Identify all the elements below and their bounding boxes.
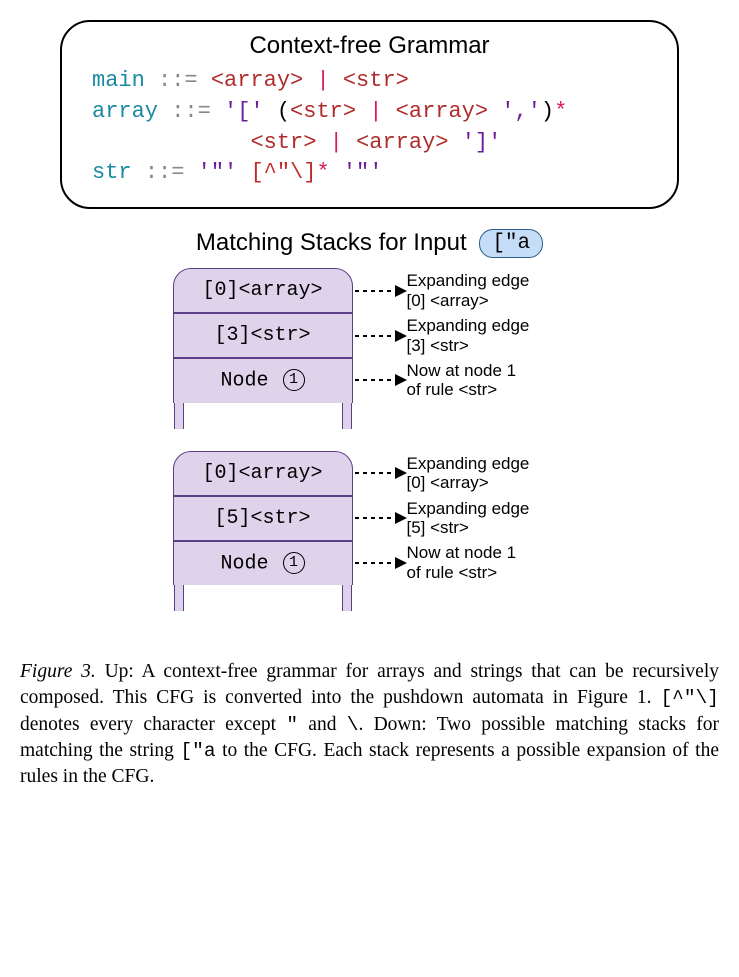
desc-line: [0] <array> xyxy=(407,291,567,311)
desc-line: [5] <str> xyxy=(407,518,567,538)
grammar-line: <str> | <array> ']' xyxy=(92,128,647,159)
grammar-title: Context-free Grammar xyxy=(92,32,647,60)
desc-line: [3] <str> xyxy=(407,336,567,356)
stack-cell: [0]<array> xyxy=(173,451,353,496)
figure-label: Figure 3. xyxy=(20,661,96,682)
stack-cell: [3]<str> xyxy=(173,313,353,358)
desc-line: Now at node 1 xyxy=(407,543,567,563)
caption-code1: [^"\] xyxy=(660,687,719,709)
caption-code4: ["a xyxy=(180,740,215,762)
stack-cell: Node 1 xyxy=(173,541,353,585)
stacks-container: [0]<array> Expanding edge [0] <array> [3… xyxy=(20,268,719,611)
desc-line: Expanding edge xyxy=(407,454,567,474)
stack-cell-label: Node xyxy=(220,370,268,393)
stack-leg-icon xyxy=(342,585,352,611)
grammar-lines: main ::= <array> | <str>array ::= '[' (<… xyxy=(92,66,647,189)
stack-leg-icon xyxy=(174,585,184,611)
figure-caption: Figure 3. Up: A context-free grammar for… xyxy=(20,659,719,791)
stack-row-description: Expanding edge [3] <str> xyxy=(407,316,567,355)
stack-cell-label: [0]<array> xyxy=(202,462,322,485)
stack-row: [3]<str> Expanding edge [3] <str> xyxy=(173,313,567,358)
stack-row: [0]<array> Expanding edge [0] <array> xyxy=(173,268,567,313)
stack-legs xyxy=(173,403,567,429)
stack-cell: [0]<array> xyxy=(173,268,353,313)
stack-row: [5]<str> Expanding edge [5] <str> xyxy=(173,496,567,541)
stack-row-description: Now at node 1 of rule <str> xyxy=(407,543,567,582)
caption-code2: " xyxy=(286,714,298,736)
dashed-arrow-icon xyxy=(353,553,407,573)
dashed-arrow-icon xyxy=(353,326,407,346)
caption-part1: Up: A context-free grammar for arrays an… xyxy=(20,661,719,708)
stacks-title: Matching Stacks for Input ["a xyxy=(20,229,719,258)
caption-mid2: and xyxy=(298,714,347,735)
stack-row: Node 1 Now at node 1 of rule <str> xyxy=(173,358,567,402)
circled-number-icon: 1 xyxy=(283,369,305,391)
grammar-line: main ::= <array> | <str> xyxy=(92,66,647,97)
caption-code3: \ xyxy=(347,714,359,736)
dashed-arrow-icon xyxy=(353,281,407,301)
stack-cell-label: [3]<str> xyxy=(214,324,310,347)
grammar-line: array ::= '[' (<str> | <array> ',')* xyxy=(92,97,647,128)
dashed-arrow-icon xyxy=(353,463,407,483)
stack-leg-icon xyxy=(342,403,352,429)
stack-cell: [5]<str> xyxy=(173,496,353,541)
stack-legs xyxy=(173,585,567,611)
stack-block: [0]<array> Expanding edge [0] <array> [5… xyxy=(20,451,719,611)
desc-line: of rule <str> xyxy=(407,380,567,400)
stack-block: [0]<array> Expanding edge [0] <array> [3… xyxy=(20,268,719,428)
desc-line: [0] <array> xyxy=(407,473,567,493)
stack-row-description: Expanding edge [5] <str> xyxy=(407,499,567,538)
stack-cell-label: [0]<array> xyxy=(202,279,322,302)
stack-cell-label: Node xyxy=(220,552,268,575)
stack-row-description: Expanding edge [0] <array> xyxy=(407,454,567,493)
grammar-box: Context-free Grammar main ::= <array> | … xyxy=(60,20,679,209)
stack-row-description: Expanding edge [0] <array> xyxy=(407,271,567,310)
desc-line: Expanding edge xyxy=(407,271,567,291)
dashed-arrow-icon xyxy=(353,508,407,528)
stack-row: Node 1 Now at node 1 of rule <str> xyxy=(173,541,567,585)
grammar-line: str ::= '"' [^"\]* '"' xyxy=(92,158,647,189)
desc-line: Expanding edge xyxy=(407,316,567,336)
stacks-title-text: Matching Stacks for Input xyxy=(196,229,467,256)
circled-number-icon: 1 xyxy=(283,552,305,574)
desc-line: Expanding edge xyxy=(407,499,567,519)
stack-leg-icon xyxy=(174,403,184,429)
stack-row-description: Now at node 1 of rule <str> xyxy=(407,361,567,400)
dashed-arrow-icon xyxy=(353,370,407,390)
stack-cell: Node 1 xyxy=(173,358,353,402)
desc-line: of rule <str> xyxy=(407,563,567,583)
caption-mid1: denotes every character except xyxy=(20,714,286,735)
stack-row: [0]<array> Expanding edge [0] <array> xyxy=(173,451,567,496)
desc-line: Now at node 1 xyxy=(407,361,567,381)
input-chip: ["a xyxy=(479,229,543,258)
stack-cell-label: [5]<str> xyxy=(214,507,310,530)
